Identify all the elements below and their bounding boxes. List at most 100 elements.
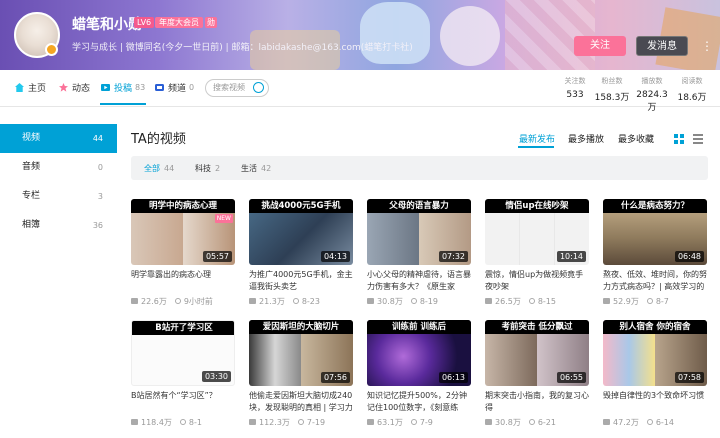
- clock-icon: [646, 419, 653, 425]
- play-count-icon: [367, 298, 374, 304]
- filter-all[interactable]: 全部 44: [144, 163, 174, 174]
- search-icon[interactable]: [253, 82, 264, 93]
- stat-reads: 阅读数 18.6万: [677, 77, 707, 103]
- grid-view-icon[interactable]: [674, 134, 684, 144]
- video-title[interactable]: 知识记忆提升500%，2分钟记住100位数字，《刻意练: [367, 390, 471, 414]
- upload-icon: [100, 82, 111, 93]
- list-view-icon[interactable]: [693, 134, 703, 144]
- video-title[interactable]: 毁掉自律性的3个致命坏习惯: [603, 390, 707, 414]
- video-meta: 21.3万 8-23: [249, 296, 353, 307]
- home-icon: [14, 82, 25, 93]
- video-meta: 47.2万 6-14: [603, 417, 707, 428]
- more-icon[interactable]: ⋮: [697, 36, 717, 56]
- video-title[interactable]: 小心父母的精神虐待，语言暴力伤害有多大？《原生家: [367, 269, 471, 293]
- video-duration: 07:56: [320, 372, 350, 383]
- filter-life[interactable]: 生活 42: [241, 163, 271, 174]
- video-meta: 22.6万 9小时前: [131, 296, 235, 307]
- video-duration: 06:13: [438, 372, 468, 383]
- video-thumbnail[interactable]: 情侣up在线吵架 10:14: [485, 199, 589, 265]
- active-tab-indicator: [100, 103, 146, 105]
- sort-most-favorited[interactable]: 最多收藏: [618, 132, 654, 145]
- video-card[interactable]: 爱因斯坦的大脑切片 07:56 他偷走爱因斯坦大脑切成240块，发现聪明的真相 …: [249, 320, 353, 428]
- sidebar-item-videos[interactable]: 视频 44: [0, 124, 117, 153]
- video-duration: 04:13: [320, 251, 350, 262]
- video-duration: 06:55: [556, 372, 586, 383]
- video-card[interactable]: 别人宿舍 你的宿舍 07:58 毁掉自律性的3个致命坏习惯 47.2万 6-14: [603, 320, 707, 428]
- stat-followers[interactable]: 粉丝数 158.3万: [592, 76, 632, 103]
- profile-nav: 主页 动态 投稿 83 频道 0 搜索视频 关注数 533 粉丝数 158.3万…: [0, 70, 720, 113]
- video-thumbnail[interactable]: 父母的语言暴力 07:32: [367, 199, 471, 265]
- video-duration: 06:48: [674, 251, 704, 262]
- filter-tech[interactable]: 科技 2: [195, 163, 220, 174]
- vip-badge[interactable]: 年度大会员: [155, 17, 203, 28]
- video-card[interactable]: 父母的语言暴力 07:32 小心父母的精神虐待，语言暴力伤害有多大？《原生家 3…: [367, 199, 471, 307]
- medal-badge: 勋: [205, 17, 217, 28]
- sort-latest[interactable]: 最新发布: [519, 132, 555, 145]
- verified-badge-icon: [45, 43, 58, 56]
- username[interactable]: 蜡笔和小勋: [72, 14, 142, 34]
- category-filter-bar: 全部 44 科技 2 生活 42: [131, 156, 708, 180]
- new-badge: NEW: [214, 214, 233, 223]
- video-title[interactable]: 明学靠露出的病态心理: [131, 269, 235, 293]
- clock-icon: [646, 298, 653, 304]
- tab-home[interactable]: 主页: [14, 81, 46, 94]
- message-button[interactable]: 发消息: [636, 36, 688, 56]
- follow-button[interactable]: 关注: [574, 36, 626, 56]
- video-meta: 52.9万 8-7: [603, 296, 707, 307]
- video-title[interactable]: 期末突击小指南，我的复习心得: [485, 390, 589, 414]
- tab-activity[interactable]: 动态: [58, 81, 90, 94]
- video-card[interactable]: B站开了学习区 03:30 B站居然有个“学习区”？ 118.4万 8-1: [131, 320, 235, 428]
- video-card[interactable]: 挑战4000元5G手机 04:13 为推广4000元5G手机，金主逼我街头卖艺 …: [249, 199, 353, 307]
- tab-uploads[interactable]: 投稿 83: [100, 81, 145, 94]
- video-meta: 63.1万 7-9: [367, 417, 471, 428]
- video-thumbnail[interactable]: 考前突击 低分飘过 06:55: [485, 320, 589, 386]
- video-card[interactable]: 情侣up在线吵架 10:14 震惊，情侣up为做视频竟手夜吵架 26.5万 8-1…: [485, 199, 589, 307]
- play-count-icon: [367, 419, 374, 425]
- video-search-input[interactable]: 搜索视频: [205, 79, 269, 97]
- clock-icon: [174, 298, 181, 304]
- stat-plays: 播放数 2824.3万: [636, 77, 668, 113]
- video-title[interactable]: 为推广4000元5G手机，金主逼我街头卖艺: [249, 269, 353, 293]
- video-title[interactable]: 他偷走爱因斯坦大脑切成240块，发现聪明的真相 | 学习力: [249, 390, 353, 414]
- video-card[interactable]: 训练前 训练后 06:13 知识记忆提升500%，2分钟记住100位数字，《刻意…: [367, 320, 471, 428]
- level-badge: LV6: [134, 17, 155, 28]
- sort-indicator: [518, 146, 554, 148]
- clock-icon: [292, 298, 299, 304]
- video-card[interactable]: 明学中的病态心理 NEW 05:57 明学靠露出的病态心理 22.6万 9小时前: [131, 199, 235, 307]
- sidebar-item-audio[interactable]: 音频 0: [0, 153, 117, 182]
- video-thumbnail[interactable]: 明学中的病态心理 NEW 05:57: [131, 199, 235, 265]
- video-thumbnail[interactable]: 挑战4000元5G手机 04:13: [249, 199, 353, 265]
- clock-icon: [410, 298, 417, 304]
- video-meta: 118.4万 8-1: [131, 417, 235, 428]
- video-duration: 10:14: [556, 251, 586, 262]
- profile-banner: 蜡笔和小勋 LV6 年度大会员 勋 学习与成长 | 微博同名(今夕一世日前) |…: [0, 0, 720, 70]
- video-title[interactable]: 熬夜、低效、堆时间，你的努力方式病态吗？| 高效学习的: [603, 269, 707, 293]
- video-card[interactable]: 考前突击 低分飘过 06:55 期末突击小指南，我的复习心得 30.8万 6-21: [485, 320, 589, 428]
- sort-most-played[interactable]: 最多播放: [568, 132, 604, 145]
- video-thumbnail[interactable]: 爱因斯坦的大脑切片 07:56: [249, 320, 353, 386]
- channel-icon: [154, 82, 165, 93]
- video-thumbnail[interactable]: 别人宿舍 你的宿舍 07:58: [603, 320, 707, 386]
- video-title[interactable]: B站居然有个“学习区”？: [131, 390, 235, 414]
- tab-channels[interactable]: 频道 0: [154, 81, 194, 94]
- video-title[interactable]: 震惊，情侣up为做视频竟手夜吵架: [485, 269, 589, 293]
- video-duration: 03:30: [201, 371, 231, 382]
- clock-icon: [410, 419, 417, 425]
- video-thumbnail[interactable]: 训练前 训练后 06:13: [367, 320, 471, 386]
- play-count-icon: [603, 298, 610, 304]
- video-thumbnail[interactable]: 什么是病态努力？ 06:48: [603, 199, 707, 265]
- play-count-icon: [485, 298, 492, 304]
- sidebar-item-albums[interactable]: 相簿 36: [0, 211, 117, 240]
- sidebar-item-articles[interactable]: 专栏 3: [0, 182, 117, 211]
- play-count-icon: [485, 419, 492, 425]
- clock-icon: [297, 419, 304, 425]
- play-count-icon: [249, 298, 256, 304]
- video-meta: 26.5万 8-15: [485, 296, 589, 307]
- clock-icon: [528, 298, 535, 304]
- video-duration: 07:32: [438, 251, 468, 262]
- video-card[interactable]: 什么是病态努力？ 06:48 熬夜、低效、堆时间，你的努力方式病态吗？| 高效学…: [603, 199, 707, 307]
- stat-following[interactable]: 关注数 533: [555, 76, 595, 100]
- play-count-icon: [249, 419, 256, 425]
- video-thumbnail[interactable]: B站开了学习区 03:30: [131, 320, 235, 386]
- video-meta: 30.8万 8-19: [367, 296, 471, 307]
